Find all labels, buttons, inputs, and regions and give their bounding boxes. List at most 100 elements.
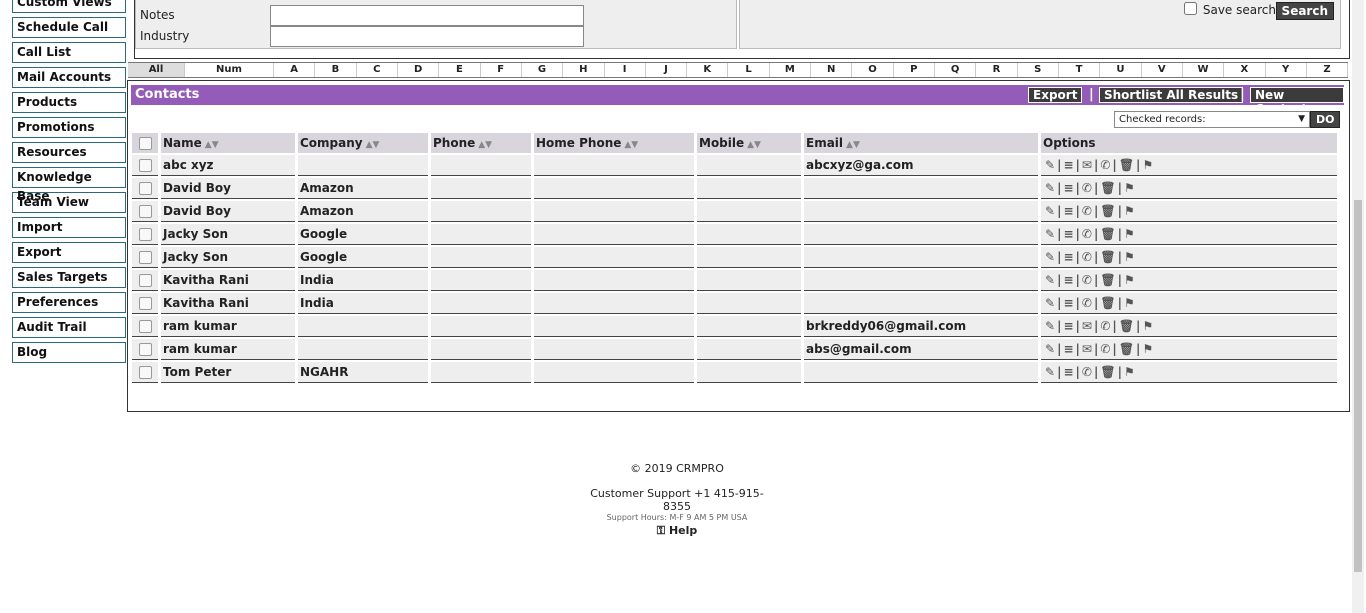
notes-input[interactable] bbox=[270, 5, 584, 26]
cell-email[interactable]: brkreddy06@gmail.com bbox=[804, 316, 1038, 337]
cell-company[interactable]: Google bbox=[298, 247, 428, 268]
list-icon[interactable]: ≡ bbox=[1063, 365, 1073, 379]
sidebar-item-promotions[interactable]: Promotions bbox=[12, 117, 126, 138]
alpha-filter-u[interactable]: U bbox=[1100, 63, 1142, 77]
list-icon[interactable]: ≡ bbox=[1063, 250, 1073, 264]
phone-icon[interactable]: ✆ bbox=[1082, 296, 1092, 310]
sidebar-item-audit-trail[interactable]: Audit Trail bbox=[12, 317, 126, 338]
page-scrollbar[interactable] bbox=[1352, 0, 1364, 613]
alpha-filter-e[interactable]: E bbox=[439, 63, 481, 77]
alpha-filter-d[interactable]: D bbox=[398, 63, 440, 77]
alpha-filter-i[interactable]: I bbox=[605, 63, 646, 77]
save-search-option[interactable]: Save search bbox=[1183, 2, 1276, 17]
cell-email[interactable]: abs@gmail.com bbox=[804, 339, 1038, 360]
cell-company[interactable]: Amazon bbox=[298, 201, 428, 222]
list-icon[interactable]: ≡ bbox=[1063, 181, 1073, 195]
trash-icon[interactable]: 🗑 bbox=[1100, 273, 1115, 287]
edit-icon[interactable]: ✎ bbox=[1045, 342, 1055, 356]
cell-email[interactable] bbox=[804, 201, 1038, 222]
row-checkbox[interactable] bbox=[139, 228, 152, 241]
row-checkbox[interactable] bbox=[139, 297, 152, 310]
mail-icon[interactable]: ✉ bbox=[1082, 319, 1092, 333]
flag-icon[interactable]: ⚑ bbox=[1124, 250, 1135, 264]
sort-icon[interactable]: ▲▼ bbox=[747, 140, 761, 150]
trash-icon[interactable]: 🗑 bbox=[1119, 319, 1134, 333]
mail-icon[interactable]: ✉ bbox=[1082, 342, 1092, 356]
cell-company[interactable]: NGAHR bbox=[298, 362, 428, 383]
scrollbar-thumb[interactable] bbox=[1354, 200, 1362, 572]
do-button[interactable]: DO bbox=[1310, 111, 1341, 128]
sidebar-item-mail-accounts[interactable]: Mail Accounts bbox=[12, 67, 126, 88]
alpha-filter-a[interactable]: A bbox=[274, 63, 316, 77]
sort-icon[interactable]: ▲▼ bbox=[205, 140, 219, 150]
alpha-filter-p[interactable]: P bbox=[894, 63, 935, 77]
phone-icon[interactable]: ✆ bbox=[1082, 204, 1092, 218]
sidebar-item-export[interactable]: Export bbox=[12, 242, 126, 263]
list-icon[interactable]: ≡ bbox=[1063, 273, 1073, 287]
cell-name[interactable]: abc xyz bbox=[161, 155, 295, 176]
edit-icon[interactable]: ✎ bbox=[1045, 365, 1055, 379]
select-all-checkbox[interactable] bbox=[139, 137, 152, 150]
phone-icon[interactable]: ✆ bbox=[1082, 250, 1092, 264]
sidebar-item-custom-views[interactable]: Custom Views bbox=[12, 0, 126, 13]
cell-company[interactable]: India bbox=[298, 293, 428, 314]
phone-icon[interactable]: ✆ bbox=[1100, 342, 1110, 356]
cell-email[interactable] bbox=[804, 224, 1038, 245]
bulk-action-select[interactable]: Checked records: ▼ bbox=[1114, 111, 1310, 128]
sidebar-item-products[interactable]: Products bbox=[12, 92, 126, 113]
column-header-mobile[interactable]: Mobile ▲▼ bbox=[697, 133, 801, 153]
export-button[interactable]: Export bbox=[1028, 87, 1083, 103]
sidebar-item-blog[interactable]: Blog bbox=[12, 342, 126, 363]
edit-icon[interactable]: ✎ bbox=[1045, 250, 1055, 264]
list-icon[interactable]: ≡ bbox=[1063, 296, 1073, 310]
flag-icon[interactable]: ⚑ bbox=[1124, 227, 1135, 241]
flag-icon[interactable]: ⚑ bbox=[1124, 365, 1135, 379]
alpha-filter-o[interactable]: O bbox=[852, 63, 894, 77]
sidebar-item-import[interactable]: Import bbox=[12, 217, 126, 238]
phone-icon[interactable]: ✆ bbox=[1082, 273, 1092, 287]
sidebar-item-knowledge-base[interactable]: Knowledge Base bbox=[12, 167, 126, 203]
save-search-checkbox[interactable] bbox=[1183, 2, 1197, 15]
cell-name[interactable]: ram kumar bbox=[161, 316, 295, 337]
alpha-filter-l[interactable]: L bbox=[728, 63, 770, 77]
flag-icon[interactable]: ⚑ bbox=[1142, 342, 1153, 356]
flag-icon[interactable]: ⚑ bbox=[1124, 273, 1135, 287]
sidebar-item-team-view[interactable]: Team View bbox=[12, 192, 126, 213]
cell-email[interactable] bbox=[804, 362, 1038, 383]
cell-company[interactable]: Amazon bbox=[298, 178, 428, 199]
flag-icon[interactable]: ⚑ bbox=[1142, 158, 1153, 172]
sort-icon[interactable]: ▲▼ bbox=[366, 140, 380, 150]
cell-name[interactable]: Jacky Son bbox=[161, 224, 295, 245]
list-icon[interactable]: ≡ bbox=[1063, 227, 1073, 241]
alpha-filter-t[interactable]: T bbox=[1059, 63, 1101, 77]
edit-icon[interactable]: ✎ bbox=[1045, 158, 1055, 172]
trash-icon[interactable]: 🗑 bbox=[1100, 296, 1115, 310]
help-link[interactable]: ⚿ Help bbox=[577, 524, 777, 538]
row-checkbox[interactable] bbox=[139, 320, 152, 333]
sort-icon[interactable]: ▲▼ bbox=[846, 140, 860, 150]
alpha-filter-g[interactable]: G bbox=[522, 63, 564, 77]
phone-icon[interactable]: ✆ bbox=[1100, 158, 1110, 172]
flag-icon[interactable]: ⚑ bbox=[1142, 319, 1153, 333]
mail-icon[interactable]: ✉ bbox=[1082, 158, 1092, 172]
alpha-filter-h[interactable]: H bbox=[563, 63, 605, 77]
trash-icon[interactable]: 🗑 bbox=[1119, 158, 1134, 172]
cell-name[interactable]: Kavitha Rani bbox=[161, 270, 295, 291]
edit-icon[interactable]: ✎ bbox=[1045, 296, 1055, 310]
phone-icon[interactable]: ✆ bbox=[1082, 181, 1092, 195]
edit-icon[interactable]: ✎ bbox=[1045, 204, 1055, 218]
sidebar-item-resources[interactable]: Resources bbox=[12, 142, 126, 163]
cell-name[interactable]: Tom Peter bbox=[161, 362, 295, 383]
column-header-phone[interactable]: Phone ▲▼ bbox=[431, 133, 531, 153]
list-icon[interactable]: ≡ bbox=[1063, 158, 1073, 172]
trash-icon[interactable]: 🗑 bbox=[1119, 342, 1134, 356]
cell-email[interactable]: abcxyz@ga.com bbox=[804, 155, 1038, 176]
alpha-filter-k[interactable]: K bbox=[687, 63, 729, 77]
cell-email[interactable] bbox=[804, 293, 1038, 314]
alpha-filter-s[interactable]: S bbox=[1018, 63, 1059, 77]
phone-icon[interactable]: ✆ bbox=[1082, 365, 1092, 379]
trash-icon[interactable]: 🗑 bbox=[1100, 181, 1115, 195]
cell-name[interactable]: Kavitha Rani bbox=[161, 293, 295, 314]
flag-icon[interactable]: ⚑ bbox=[1124, 181, 1135, 195]
trash-icon[interactable]: 🗑 bbox=[1100, 250, 1115, 264]
